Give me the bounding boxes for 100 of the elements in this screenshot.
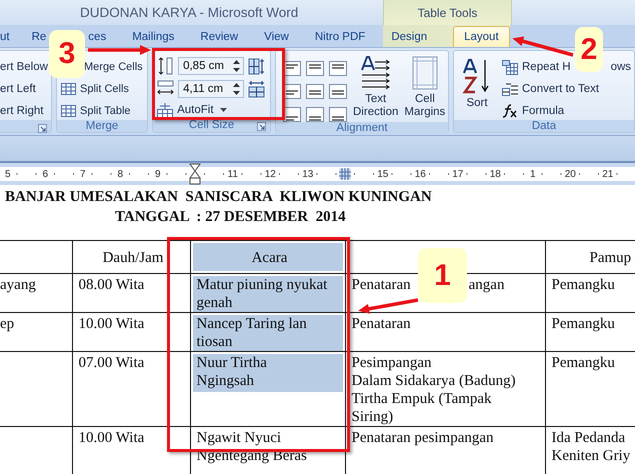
command-label: ows [610, 61, 632, 73]
cell-text: ayang [0, 276, 37, 294]
cell-text: Pemangku [552, 354, 616, 372]
table-icon [61, 105, 76, 117]
ribbon-tab[interactable]: ut [0, 27, 18, 47]
document-subheading: TANGGAL : 27 DESEMBER 2014 [115, 209, 346, 226]
width-field[interactable]: 4,11 cm [178, 80, 244, 98]
ribbon-command[interactable]: Merge Cells [84, 58, 143, 76]
cell-margins-button[interactable]: Cell Margins [404, 54, 446, 122]
table-icon [61, 83, 76, 95]
ruler-number: 1 [528, 168, 538, 180]
cell-text: Pesimpangan Dalam Sidakarya (Badung) Tirtha Empuk (Tampak Siring) [352, 354, 517, 426]
group-label: Alignment [336, 122, 388, 134]
header-text: Acara [250, 249, 288, 267]
cell-alignment-icon[interactable] [329, 84, 347, 99]
height-field[interactable]: 0,85 cm [178, 57, 244, 75]
ribbon-tab[interactable]: Review [192, 27, 246, 47]
ribbon-command[interactable]: ert Left [0, 80, 48, 98]
arrow [88, 45, 151, 55]
ribbon-command[interactable]: ert Right [0, 102, 48, 120]
spinner-icon [233, 59, 240, 73]
ribbon-tab[interactable]: Layout [453, 26, 510, 47]
cell-text: angan [468, 276, 504, 294]
cell-text: Pemangku [552, 315, 616, 333]
group-label: Cell Size [188, 119, 234, 131]
dialog-launcher-icon[interactable] [38, 124, 47, 133]
cell-text: 10.00 Wita [78, 315, 146, 333]
autofit-button[interactable]: AutoFit [157, 102, 227, 118]
command-label: AutoFit [177, 104, 214, 116]
caret-icon [220, 108, 227, 112]
arrow [512, 36, 574, 57]
cell-alignment-icon[interactable] [329, 107, 347, 122]
ruler-number: 16 [412, 168, 428, 180]
ruler-number: 12 [262, 168, 278, 180]
cell-alignment-icon[interactable] [306, 61, 324, 76]
ribbon-tab[interactable]: Nitro PDF [306, 27, 374, 47]
cell-text: Penataran [352, 315, 412, 333]
cell-alignment-icon[interactable] [283, 107, 301, 122]
cell-alignment-icon[interactable] [283, 61, 301, 76]
ribbon-tab[interactable]: View [256, 27, 297, 47]
step-number: 2 [575, 27, 603, 72]
ruler-number: 8 [115, 168, 126, 180]
ribbon-tab[interactable]: Design [383, 27, 436, 47]
ribbon-command[interactable]: ert Below [0, 58, 48, 76]
ribbon-command[interactable]: Split Cells [61, 80, 143, 98]
cell-text: Penataran pesimpangan [352, 429, 495, 447]
window-title: DUDONAN KARYA - Microsoft Word [80, 5, 298, 20]
command-label: Convert to Text [522, 83, 600, 95]
ruler-number: 11 [226, 168, 240, 180]
spinner-icon [233, 82, 240, 96]
ruler-number: 7 [78, 168, 88, 180]
tab-label: ces [88, 31, 106, 43]
step-number: 1 [418, 248, 467, 303]
arrow [358, 298, 418, 314]
ruler-number: 13 [300, 168, 316, 180]
row-height-icon [157, 57, 174, 75]
ruler-number: 17 [450, 168, 466, 180]
ruler-number: 21 [600, 168, 616, 180]
ruler-number: 5 [2, 168, 13, 180]
cell-text: Ida Pedanda Keniten Griy [552, 429, 632, 465]
step-number: 3 [49, 30, 85, 78]
cell-alignment-icon[interactable] [306, 107, 324, 122]
ribbon-command[interactable]: Convert to Text [502, 80, 632, 98]
cell-margins-icon [412, 56, 438, 90]
cell-alignment-icon[interactable] [283, 84, 301, 99]
ribbon-command[interactable]: Split Table [61, 102, 143, 120]
ruler-number: 18 [488, 168, 503, 180]
command-label: Split Cells [80, 83, 129, 95]
cell-text: 10.00 Wita [78, 429, 146, 447]
dialog-launcher-icon[interactable] [257, 122, 266, 131]
indent-marker-icon[interactable] [189, 163, 202, 185]
column-marker-icon[interactable] [339, 168, 352, 180]
cell-text: 07.00 Wita [78, 354, 146, 372]
cell-text: Matur piuning nyukat genah [196, 276, 328, 312]
command-label: Repeat H [522, 61, 571, 73]
cell-text: 08.00 Wita [78, 276, 146, 294]
header-text: Pamup [590, 249, 632, 267]
ruler-number: 9 [152, 168, 163, 180]
ruler-number: 15 [375, 168, 390, 180]
cell-alignment-icon[interactable] [306, 84, 324, 99]
document-heading: BANJAR UMESALAKAN SANISCARA KLIWON KUNINGAN [5, 189, 432, 206]
distribute-rows-icon [248, 58, 266, 74]
cell-text: Penataran [352, 276, 411, 294]
group-label: Data [532, 120, 556, 132]
ruler-number: 6 [40, 168, 50, 180]
formula-icon [502, 104, 518, 118]
text-direction-button[interactable]: Text Direction [353, 54, 398, 122]
cell-text: ep [0, 315, 16, 333]
command-label: Split Table [80, 105, 131, 117]
cell-alignment-icon[interactable] [329, 61, 347, 76]
ruler-number: 20 [562, 168, 578, 180]
command-label: Merge Cells [84, 61, 143, 73]
convert-text-icon [502, 82, 518, 96]
sort-button[interactable]: Sort [458, 54, 496, 120]
cell-text: Nancep Taring lan tiosan [196, 315, 308, 351]
ribbon-command[interactable]: Formula [502, 102, 632, 120]
distribute-columns-icon [248, 80, 266, 98]
ribbon-tab[interactable]: Mailings [124, 27, 182, 47]
text-direction-icon [360, 56, 392, 90]
group-label: Merge [86, 120, 118, 132]
